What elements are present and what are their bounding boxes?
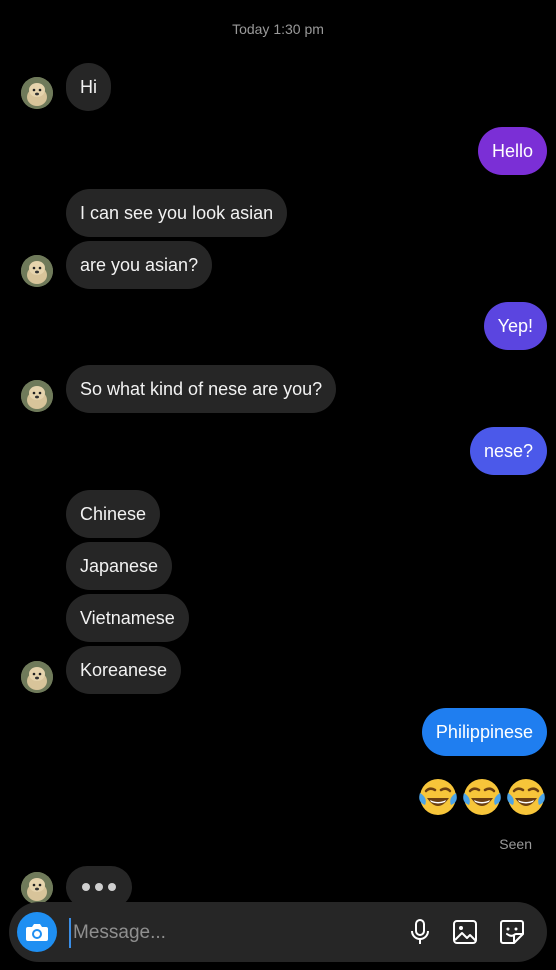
message-bubble-incoming[interactable]: Vietnamese xyxy=(66,594,189,642)
timestamp: Today 1:30 pm xyxy=(232,21,324,37)
message-text: Japanese xyxy=(80,556,159,576)
avatar[interactable] xyxy=(21,77,53,109)
message-text: nese? xyxy=(483,441,533,461)
message-text: Vietnamese xyxy=(80,608,175,628)
sticker-button[interactable] xyxy=(496,916,528,948)
typing-dot xyxy=(95,883,103,891)
message-bubble-outgoing[interactable]: Hello xyxy=(477,127,547,175)
message-text: Hello xyxy=(491,141,533,161)
tears-of-joy-emoji-icon xyxy=(463,779,501,815)
camera-icon xyxy=(26,924,48,941)
message-bubble-incoming[interactable]: Hi xyxy=(66,63,111,111)
message-bubble-outgoing[interactable]: Philippinese xyxy=(421,708,547,756)
message-text: Yep! xyxy=(497,316,533,336)
sticker-icon xyxy=(500,920,524,944)
microphone-button[interactable] xyxy=(404,916,436,948)
avatar[interactable] xyxy=(21,255,53,287)
message-text: are you asian? xyxy=(80,255,199,275)
avatar[interactable] xyxy=(21,872,53,904)
message-bubble-incoming[interactable]: Japanese xyxy=(66,542,173,590)
message-text: Philippinese xyxy=(435,722,533,742)
message-text: Hi xyxy=(80,77,97,97)
camera-button[interactable] xyxy=(17,912,57,952)
emoji-message[interactable] xyxy=(417,776,547,818)
gallery-button[interactable] xyxy=(449,916,481,948)
message-text: Koreanese xyxy=(80,660,168,680)
message-bubble-incoming[interactable]: So what kind of nese are you? xyxy=(66,365,337,413)
typing-dot xyxy=(82,883,90,891)
message-bubble-outgoing[interactable]: nese? xyxy=(469,427,547,475)
message-composer xyxy=(9,902,547,962)
message-bubble-incoming[interactable]: Koreanese xyxy=(66,646,182,694)
avatar[interactable] xyxy=(21,661,53,693)
message-input[interactable] xyxy=(69,918,395,948)
message-text: I can see you look asian xyxy=(80,203,274,223)
message-text: So what kind of nese are you? xyxy=(80,379,323,399)
message-text: Chinese xyxy=(80,504,147,524)
seen-status: Seen xyxy=(499,836,532,852)
message-bubble-incoming[interactable]: I can see you look asian xyxy=(66,189,288,237)
message-bubble-outgoing[interactable]: Yep! xyxy=(483,302,547,350)
message-bubble-incoming[interactable]: are you asian? xyxy=(66,241,213,289)
message-bubble-incoming[interactable]: Chinese xyxy=(66,490,161,538)
gallery-icon xyxy=(453,920,477,944)
typing-dot xyxy=(108,883,116,891)
avatar[interactable] xyxy=(21,380,53,412)
tears-of-joy-emoji-icon xyxy=(507,779,545,815)
microphone-icon xyxy=(411,919,429,944)
tears-of-joy-emoji-icon xyxy=(419,779,457,815)
